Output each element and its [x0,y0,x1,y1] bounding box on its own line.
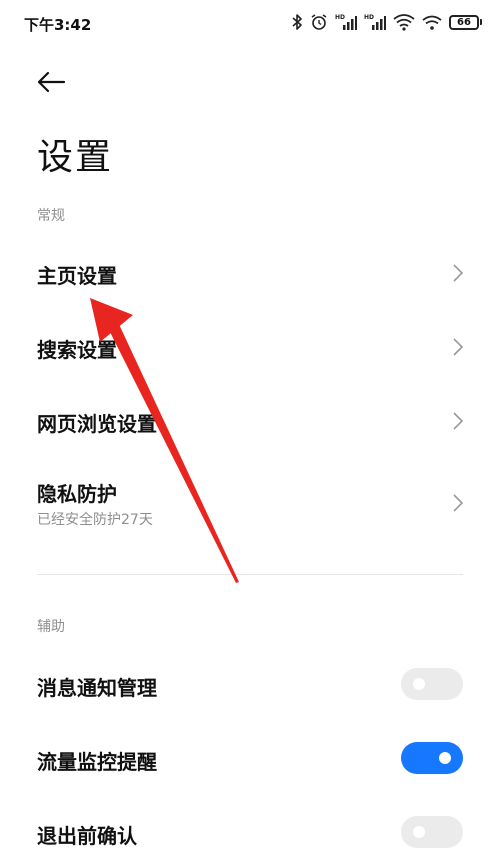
wifi-icon [422,15,442,30]
status-bar: 下午3:42 HD HD 66 [0,0,500,44]
settings-item-label: 网页浏览设置 [37,412,157,436]
settings-item-label: 流量监控提醒 [37,750,157,774]
chevron-right-icon [453,494,464,512]
settings-item-label: 搜索设置 [37,338,117,362]
battery-tip [480,19,482,25]
settings-item-label: 消息通知管理 [37,676,157,700]
exit-confirm-toggle[interactable] [401,816,463,848]
chevron-right-icon [453,338,464,356]
settings-item-traffic-monitor[interactable]: 流量监控提醒 [0,723,500,793]
toggle-knob [413,678,425,690]
arrow-left-icon [37,71,66,93]
wifi-icon [393,14,415,31]
settings-item-label: 退出前确认 [37,824,137,848]
settings-item-exit-confirm[interactable]: 退出前确认 [0,797,500,867]
settings-item-label: 主页设置 [37,264,117,288]
settings-item-label: 隐私防护 [37,482,117,506]
battery-icon: 66 [449,14,482,30]
page-title: 设置 [37,137,114,178]
settings-item-browsing[interactable]: 网页浏览设置 [0,386,500,456]
signal-hd-icon: HD [335,14,357,30]
settings-item-notifications[interactable]: 消息通知管理 [0,649,500,719]
alarm-icon [311,14,327,30]
signal-tag: HD [364,14,374,21]
status-time: 下午3:42 [24,16,92,34]
settings-item-search[interactable]: 搜索设置 [0,312,500,382]
back-button[interactable] [36,64,72,100]
status-icons: HD HD 66 [291,11,482,33]
settings-item-subtitle: 已经安全防护27天 [37,512,153,528]
bluetooth-icon [292,14,302,30]
section-header-general: 常规 [37,208,65,224]
traffic-monitor-toggle[interactable] [401,742,463,774]
chevron-right-icon [453,412,464,430]
settings-item-privacy[interactable]: 隐私防护 已经安全防护27天 [0,465,500,545]
notifications-toggle[interactable] [401,668,463,700]
signal-hd-icon: HD [364,14,386,30]
settings-item-homepage[interactable]: 主页设置 [0,238,500,308]
toggle-knob [439,752,451,764]
chevron-right-icon [453,264,464,282]
battery-level: 66 [449,14,479,30]
toggle-knob [413,826,425,838]
section-header-assist: 辅助 [37,619,65,635]
signal-tag: HD [335,14,345,21]
section-divider [37,574,463,575]
